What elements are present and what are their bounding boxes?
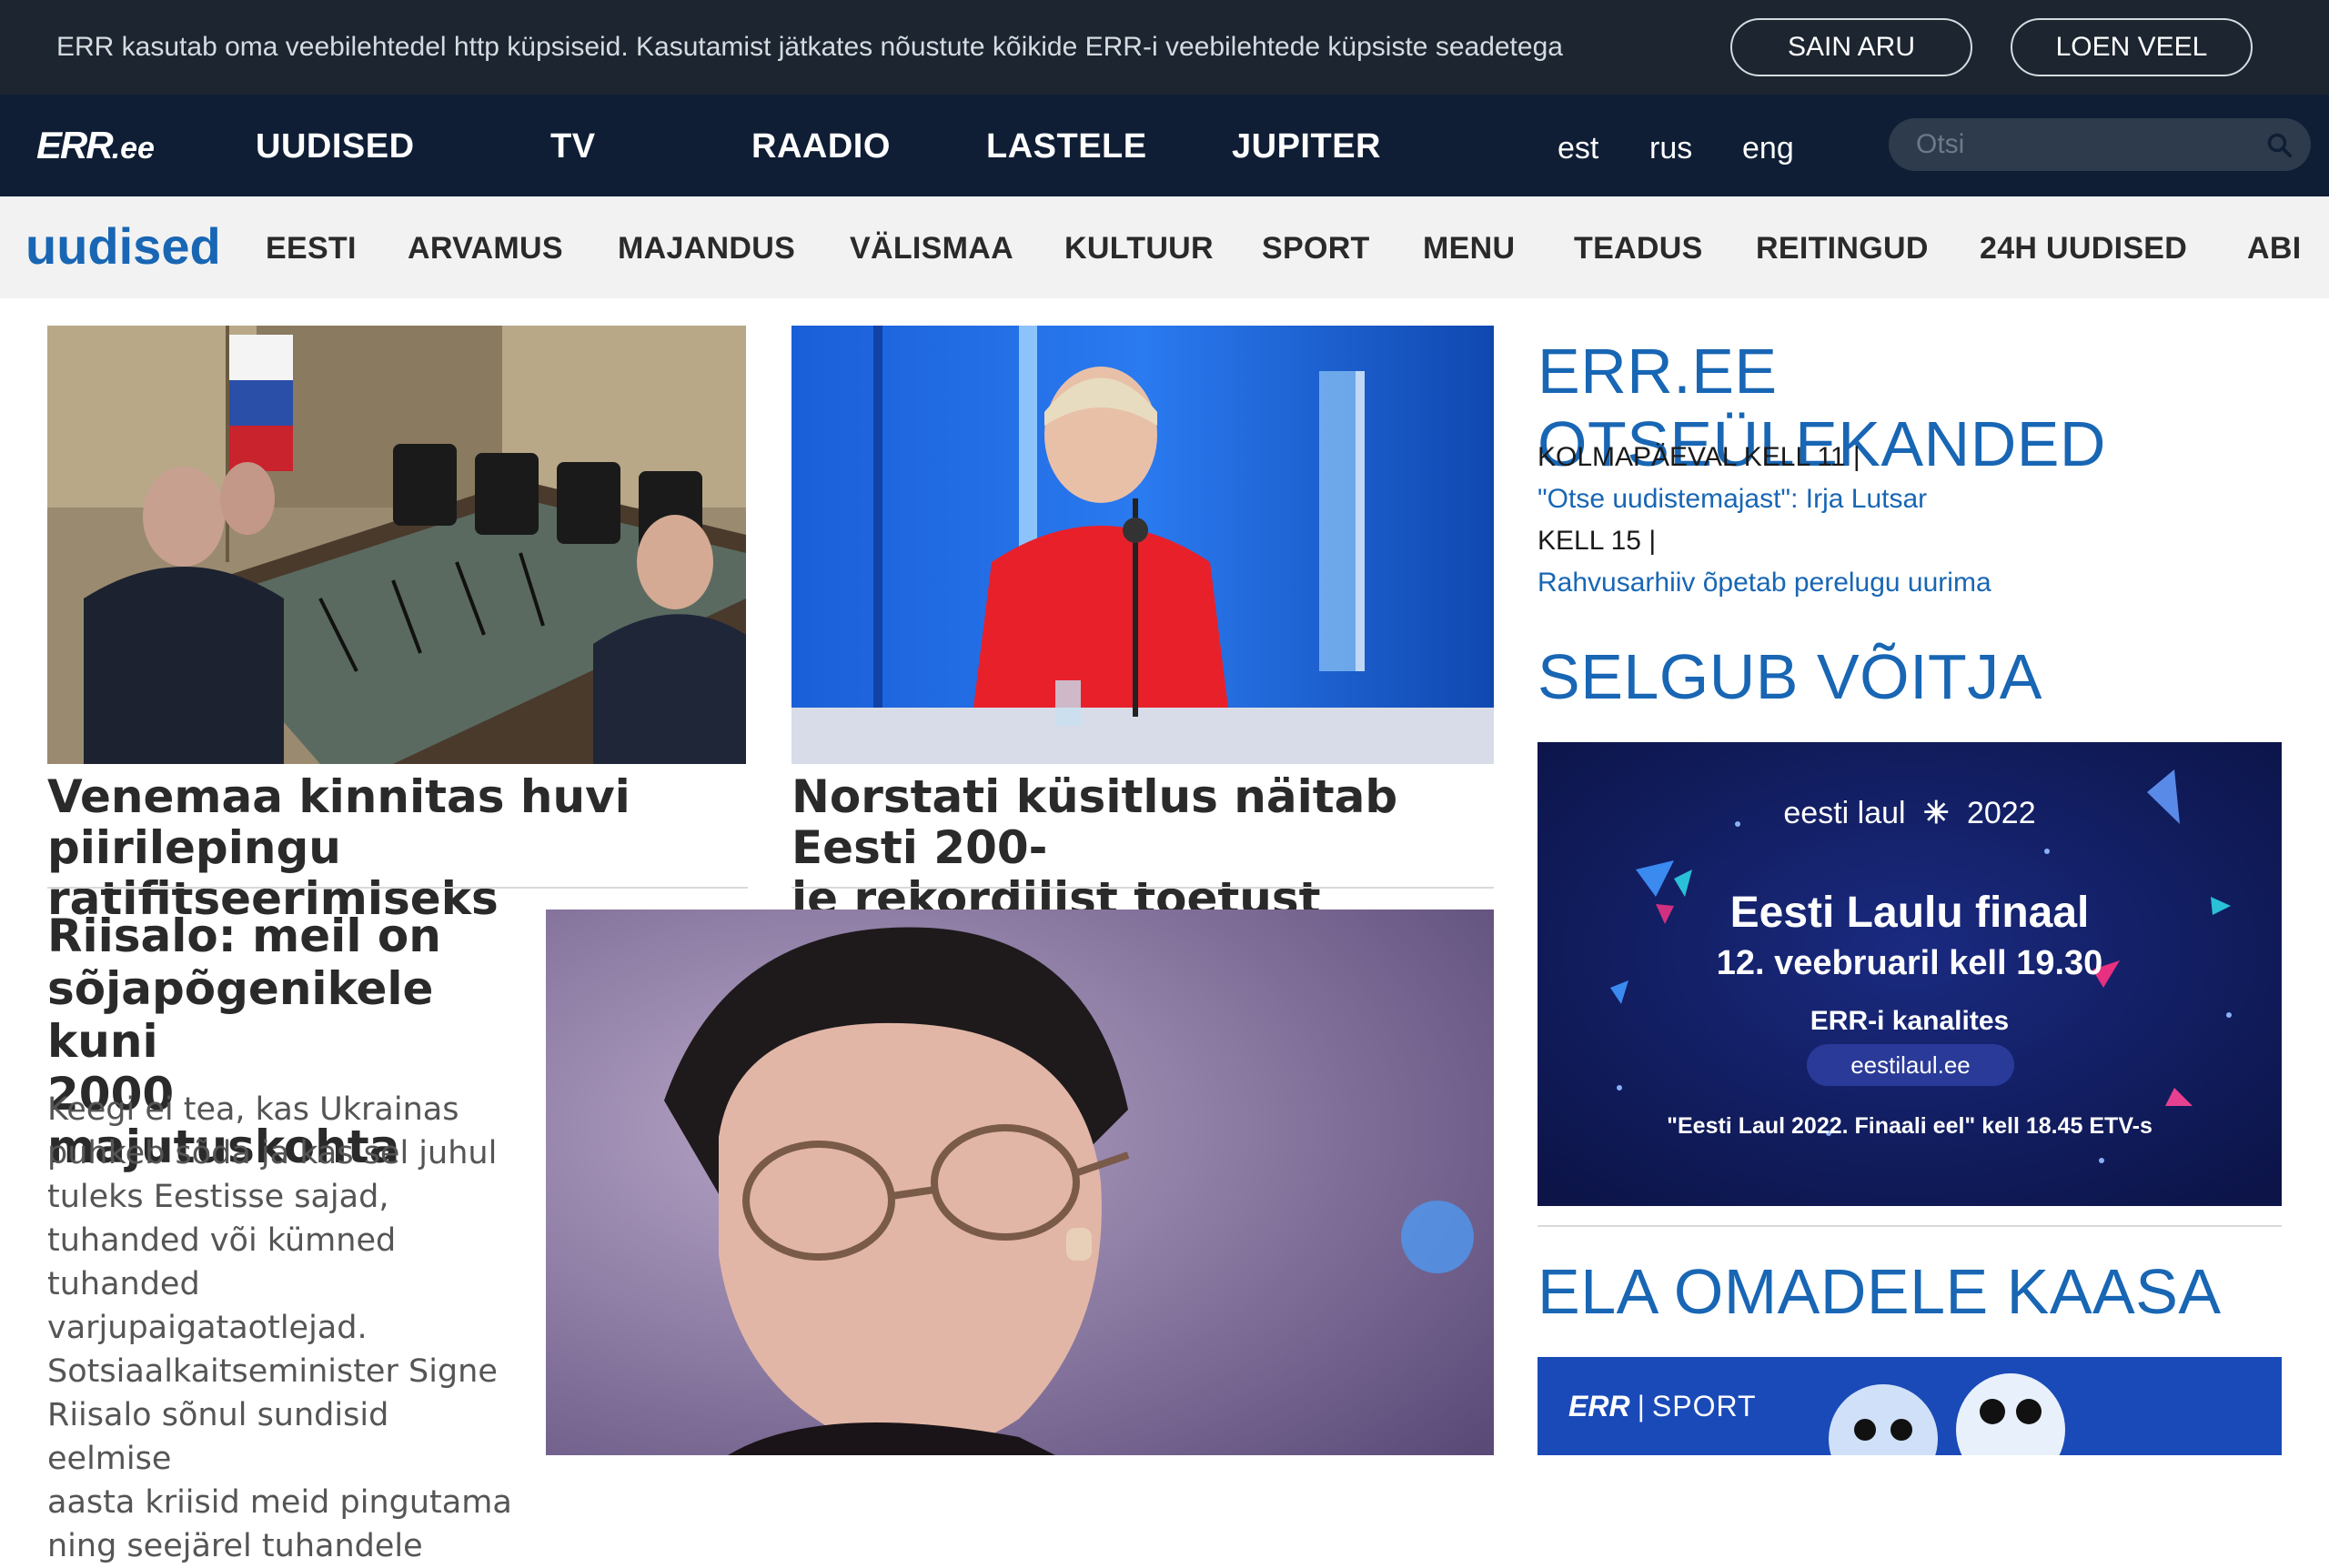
banner-pre-show: "Eesti Laul 2022. Finaali eel" kell 18.4… [1667,1113,2153,1139]
nav-item-lastele[interactable]: LASTELE [986,127,1147,166]
subnav-item-majandus[interactable]: MAJANDUS [618,231,795,266]
language-est[interactable]: est [1558,131,1598,166]
subnav-item-sport[interactable]: SPORT [1262,231,1370,266]
subnav-item-valismaa[interactable]: VÄLISMAA [850,231,1013,266]
err-sport-logo: ERR | SPORT [1568,1390,1757,1422]
banner-date: 12. veebruaril kell 19.30 [1716,944,2103,982]
lead-line: Riisalo sõnul sundisid eelmise [47,1397,389,1477]
subnav-item-reitingud[interactable]: REITINGUD [1756,231,1929,266]
lead-line: tuleks Eestisse sajad, [47,1179,389,1215]
search-box [1889,118,2311,171]
eesti-laul-brand: eesti laul ✳ 2022 [1538,795,2282,831]
lead-line: aasta kriisid meid pingutama [47,1484,512,1521]
headline-line-1: Riisalo: meil on [47,910,441,962]
nav-item-raadio[interactable]: RAADIO [751,127,891,166]
lead-line: ning seejärel tuhandele [47,1528,423,1564]
language-rus[interactable]: rus [1649,131,1692,166]
err-sport-label: SPORT [1651,1390,1757,1422]
subnav-item-abi[interactable]: ABI [2247,231,2301,266]
search-icon[interactable] [2265,131,2294,160]
banner-url-button[interactable]: eestilaul.ee [1807,1044,2014,1086]
lead-line: puhkeb sõda ja kas sel juhul [47,1135,498,1171]
selgub-voitja-title: SELGUB VÕITJA [1538,641,2042,712]
live-time-1: KOLMAPÄEVAL KELL 11 | [1538,442,1860,472]
search-input[interactable] [1916,127,2243,162]
subnav-item-eesti[interactable]: EESTI [266,231,357,266]
subnav-item-kultuur[interactable]: KULTUUR [1064,231,1214,266]
subnav-item-24h-uudised[interactable]: 24H UUDISED [1980,231,2187,266]
live-link-2[interactable]: Rahvusarhiiv õpetab perelugu uurima [1538,568,1991,598]
cookie-read-more-button[interactable]: LOEN VEEL [2011,18,2253,76]
main-navigation: ERR .ee UUDISED TV RAADIO LASTELE JUPITE… [0,95,2329,196]
nav-item-uudised[interactable]: UUDISED [256,127,415,166]
err-logo[interactable]: ERR .ee [36,124,155,169]
eesti-laul-banner[interactable]: eesti laul ✳ 2022 Eesti Laulu finaal 12.… [1538,742,2282,1206]
panda-mascot-icon [1829,1373,2065,1455]
eesti-laul-year: 2022 [1966,796,2036,830]
lead-line: Keegi ei tea, kas Ukrainas [47,1091,459,1128]
subnav-item-arvamus[interactable]: ARVAMUS [408,231,563,266]
cookie-accept-button[interactable]: SAIN ARU [1730,18,1972,76]
cookie-bar: ERR kasutab oma veebilehtedel http küpsi… [0,0,2329,95]
article-image-riisalo[interactable] [546,910,1494,1455]
article-image-russia-meeting[interactable] [47,326,746,764]
logo-err-text: ERR [36,124,114,166]
err-sport-banner[interactable]: ERR | SPORT [1538,1357,2282,1455]
logo-ee-text: .ee [111,131,155,166]
divider [791,887,1494,889]
nav-item-jupiter[interactable]: JUPITER [1232,127,1381,166]
headline-line-1: Venemaa kinnitas huvi [47,770,630,823]
ela-omadele-kaasa-title: ELA OMADELE KAASA [1538,1256,2222,1327]
subnav-item-teadus[interactable]: TEADUS [1574,231,1703,266]
eesti-laul-star-icon: ✳ [1923,796,1950,830]
live-link-1[interactable]: "Otse uudistemajast": Irja Lutsar [1538,484,1927,515]
err-sport-err: ERR [1568,1390,1630,1422]
article-headline-norstat[interactable]: Norstati küsitlus näitab Eesti 200- le r… [791,771,1519,924]
article-headline-venemaa[interactable]: Venemaa kinnitas huvi piirilepingu ratif… [47,771,757,924]
headline-line-1: Norstati küsitlus näitab Eesti 200- [791,770,1398,874]
live-time-2: KELL 15 | [1538,526,1657,556]
banner-headline: Eesti Laulu finaal [1729,889,2090,937]
section-title-uudised[interactable]: uudised [25,216,221,276]
article-lead-riisalo: Keegi ei tea, kas Ukrainas puhkeb sõda j… [47,1088,520,1568]
divider [47,887,748,889]
lead-line: tuhanded varjupaigataotlejad. [47,1266,368,1346]
subnav-item-menu[interactable]: MENU [1423,231,1515,266]
eesti-laul-brand-text: eesti laul [1783,796,1906,830]
nav-item-tv[interactable]: TV [550,127,596,166]
language-eng[interactable]: eng [1742,131,1794,166]
divider [1538,1225,2282,1227]
article-image-norstat[interactable] [791,326,1494,764]
lead-line: tuhanded või kümned [47,1222,397,1259]
banner-channels: ERR-i kanalites [1810,1006,2010,1036]
lead-line: Sotsiaalkaitseminister Signe [47,1353,498,1390]
section-navigation: uudised EESTI ARVAMUS MAJANDUS VÄLISMAA … [0,196,2329,298]
cookie-notice-text: ERR kasutab oma veebilehtedel http küpsi… [56,32,1563,62]
headline-line-2: sõjapõgenikele kuni [47,962,434,1068]
